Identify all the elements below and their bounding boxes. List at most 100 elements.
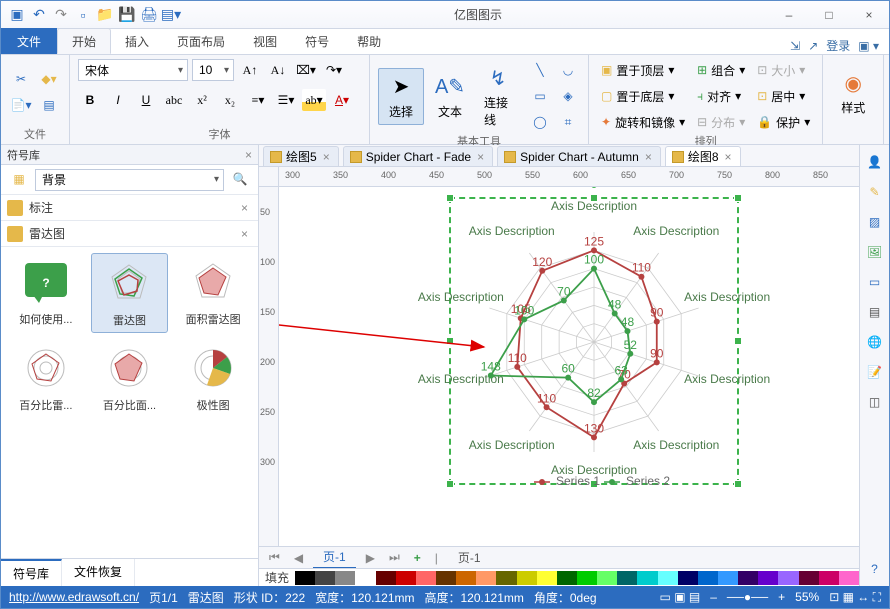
tab-view[interactable]: 视图: [239, 28, 291, 54]
close-icon[interactable]: ×: [237, 227, 252, 241]
page-panel-icon[interactable]: ▭: [864, 271, 886, 293]
open-icon[interactable]: 📁: [97, 7, 113, 23]
status-url[interactable]: http://www.edrawsoft.cn/: [9, 590, 139, 604]
text-tool[interactable]: A✎文本: [428, 69, 472, 124]
shape-howto[interactable]: ?如何使用...: [7, 253, 85, 333]
copy-icon[interactable]: 📄▾: [9, 95, 33, 117]
arc-icon[interactable]: ◡: [556, 59, 580, 81]
export-icon[interactable]: ▤▾: [163, 7, 179, 23]
line-icon[interactable]: ╲: [528, 59, 552, 81]
tab-file-recover[interactable]: 文件恢复: [62, 559, 135, 586]
center-button[interactable]: ⊡居中▾: [753, 85, 814, 107]
swatch[interactable]: [376, 571, 396, 585]
pencil-panel-icon[interactable]: ✎: [864, 181, 886, 203]
category-select[interactable]: 背景: [35, 169, 224, 191]
file-tab[interactable]: 文件: [1, 28, 57, 54]
undo-icon[interactable]: ↶: [31, 7, 47, 23]
fit-page-icon[interactable]: ⊡ ▦ ↔ ⛶: [829, 590, 881, 605]
view-mode-icons[interactable]: ▭ ▣ ▤: [660, 590, 701, 604]
underline-icon[interactable]: U: [134, 89, 158, 111]
library-icon[interactable]: ▦: [7, 169, 31, 191]
color-swatches[interactable]: [295, 571, 859, 585]
shape-pct-area[interactable]: 百分比面...: [91, 339, 169, 417]
crop-icon[interactable]: ⌗: [556, 111, 580, 133]
swatch[interactable]: [637, 571, 657, 585]
radar-chart[interactable]: Axis DescriptionAxis DescriptionAxis Des…: [314, 187, 859, 507]
doc-tab-3[interactable]: Spider Chart - Autumn×: [497, 146, 661, 166]
doc-tab-2[interactable]: Spider Chart - Fade×: [343, 146, 493, 166]
swatch[interactable]: [658, 571, 678, 585]
shape-panel-icon[interactable]: 👤: [864, 151, 886, 173]
login-link[interactable]: 登录: [826, 37, 850, 54]
swatch[interactable]: [557, 571, 577, 585]
close-icon[interactable]: ×: [643, 150, 654, 164]
align-button[interactable]: ⫞对齐▾: [693, 85, 749, 107]
bring-front-button[interactable]: ▣置于顶层▾: [597, 59, 689, 81]
swatch[interactable]: [456, 571, 476, 585]
swatch[interactable]: [476, 571, 496, 585]
page-tab-2[interactable]: 页-1: [448, 547, 491, 568]
search-icon[interactable]: 🔍: [228, 169, 252, 191]
share-out-icon[interactable]: ⇲: [790, 39, 800, 53]
swatch[interactable]: [799, 571, 819, 585]
swatch[interactable]: [597, 571, 617, 585]
share-icon[interactable]: ↗: [808, 39, 818, 53]
callout-icon[interactable]: ◈: [556, 85, 580, 107]
swatch[interactable]: [617, 571, 637, 585]
swatch[interactable]: [678, 571, 698, 585]
page-tab-current[interactable]: 页-1: [313, 546, 356, 569]
tab-start[interactable]: 开始: [57, 28, 111, 54]
increase-font-icon[interactable]: A↑: [238, 59, 262, 81]
swatch[interactable]: [738, 571, 758, 585]
bold-icon[interactable]: B: [78, 89, 102, 111]
close-icon[interactable]: ×: [475, 150, 486, 164]
size-button[interactable]: ⊡大小▾: [753, 59, 814, 81]
swatch[interactable]: [698, 571, 718, 585]
swatch[interactable]: [517, 571, 537, 585]
collapse-ribbon-icon[interactable]: ▣ ▾: [858, 39, 879, 53]
category-callout[interactable]: 标注×: [1, 195, 258, 221]
style-button[interactable]: ◉样式: [831, 65, 875, 120]
swatch[interactable]: [315, 571, 335, 585]
distribute-button[interactable]: ⊟分布▾: [693, 111, 749, 133]
swatch[interactable]: [295, 571, 315, 585]
doc-tab-4[interactable]: 绘图8×: [665, 146, 741, 166]
list-icon[interactable]: ☰▾: [274, 89, 298, 111]
help-icon[interactable]: ?: [864, 558, 886, 580]
swatch[interactable]: [496, 571, 516, 585]
maximize-button[interactable]: □: [809, 1, 849, 29]
page-prev-icon[interactable]: ◀: [290, 551, 307, 565]
curve-text-icon[interactable]: ↷▾: [322, 59, 346, 81]
swatch[interactable]: [718, 571, 738, 585]
shape-pct-radar[interactable]: 百分比雷...: [7, 339, 85, 417]
doc-tab-1[interactable]: 绘图5×: [263, 146, 339, 166]
note-panel-icon[interactable]: 📝: [864, 361, 886, 383]
page-last-icon[interactable]: ⏭: [385, 550, 404, 565]
page-add-icon[interactable]: +: [410, 551, 425, 565]
tab-insert[interactable]: 插入: [111, 28, 163, 54]
tab-page-layout[interactable]: 页面布局: [163, 28, 239, 54]
font-family-select[interactable]: 宋体: [78, 59, 188, 81]
close-icon[interactable]: ×: [237, 201, 252, 215]
close-icon[interactable]: ×: [321, 150, 332, 164]
decrease-font-icon[interactable]: A↓: [266, 59, 290, 81]
swatch[interactable]: [758, 571, 778, 585]
rotate-mirror-button[interactable]: ✦旋转和镜像▾: [597, 111, 689, 133]
tab-help[interactable]: 帮助: [343, 28, 395, 54]
image-panel-icon[interactable]: 🖼: [864, 241, 886, 263]
redo-icon[interactable]: ↷: [53, 7, 69, 23]
cut-icon[interactable]: ✂: [9, 69, 33, 91]
shape-polar[interactable]: 极性图: [174, 339, 252, 417]
minimize-button[interactable]: –: [769, 1, 809, 29]
zoom-out-icon[interactable]: –: [710, 590, 717, 604]
swatch[interactable]: [335, 571, 355, 585]
italic-icon[interactable]: I: [106, 89, 130, 111]
cube-panel-icon[interactable]: ◫: [864, 391, 886, 413]
paste-icon[interactable]: ◆▾: [37, 69, 61, 91]
save-icon[interactable]: 💾: [119, 7, 135, 23]
select-tool[interactable]: ➤选择: [378, 68, 424, 125]
layer-panel-icon[interactable]: ▤: [864, 301, 886, 323]
ellipse-icon[interactable]: ◯: [528, 111, 552, 133]
swatch[interactable]: [537, 571, 557, 585]
swatch[interactable]: [396, 571, 416, 585]
